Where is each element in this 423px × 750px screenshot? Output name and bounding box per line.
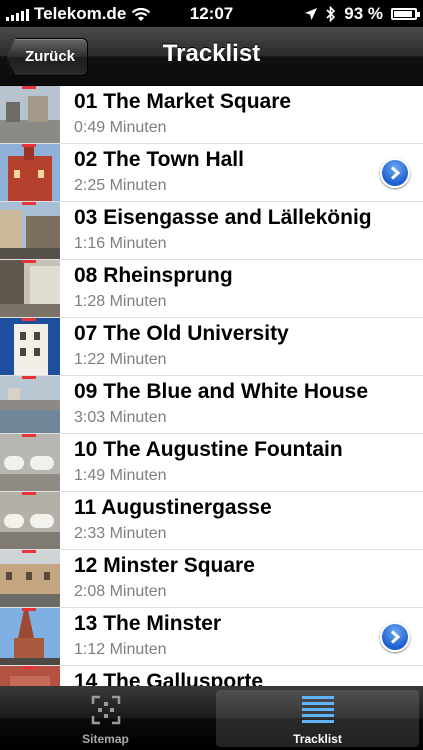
- tab-label: Tracklist: [293, 732, 342, 746]
- track-row[interactable]: 10 The Augustine Fountain 1:49 Minuten: [0, 434, 423, 492]
- track-row[interactable]: 09 The Blue and White House 3:03 Minuten: [0, 376, 423, 434]
- track-title: 08 Rheinsprung: [74, 264, 233, 287]
- bluetooth-icon: [326, 6, 336, 22]
- track-row[interactable]: 12 Minster Square 2:08 Minuten: [0, 550, 423, 608]
- track-title: 13 The Minster: [74, 612, 222, 635]
- track-title: 14 The Gallusporte: [74, 670, 264, 686]
- track-duration: 1:49 Minuten: [74, 467, 167, 484]
- chevron-right-icon: [390, 630, 401, 644]
- tab-tracklist[interactable]: Tracklist: [212, 686, 423, 750]
- track-title: 10 The Augustine Fountain: [74, 438, 343, 461]
- track-title: 01 The Market Square: [74, 90, 292, 113]
- track-row[interactable]: 03 Eisengasse and Lällekönig 1:16 Minute…: [0, 202, 423, 260]
- track-row[interactable]: 02 The Town Hall 2:25 Minuten: [0, 144, 423, 202]
- track-thumbnail: [0, 260, 60, 317]
- track-row[interactable]: 07 The Old University 1:22 Minuten: [0, 318, 423, 376]
- track-thumbnail: [0, 492, 60, 549]
- track-list[interactable]: 01 The Market Square 0:49 Minuten 02 The…: [0, 86, 423, 686]
- track-row[interactable]: 13 The Minster 1:12 Minuten: [0, 608, 423, 666]
- track-title: 09 The Blue and White House: [74, 380, 369, 403]
- battery-percent: 93 %: [344, 4, 383, 23]
- page-title: Tracklist: [162, 40, 261, 67]
- track-duration: 2:08 Minuten: [74, 583, 167, 600]
- tab-label: Sitemap: [82, 732, 129, 746]
- track-thumbnail: [0, 376, 60, 433]
- track-row[interactable]: 08 Rheinsprung 1:28 Minuten: [0, 260, 423, 318]
- detail-disclosure-button[interactable]: [380, 158, 410, 188]
- track-thumbnail: [0, 434, 60, 491]
- track-duration: 1:12 Minuten: [74, 641, 167, 658]
- track-duration: 1:16 Minuten: [74, 235, 167, 252]
- chevron-right-icon: [390, 166, 401, 180]
- tab-sitemap[interactable]: Sitemap: [0, 686, 211, 750]
- track-title: 11 Augustinergasse: [74, 496, 272, 519]
- location-arrow-icon: [305, 8, 318, 20]
- track-row[interactable]: 11 Augustinergasse 2:33 Minuten: [0, 492, 423, 550]
- track-duration: 0:49 Minuten: [74, 119, 167, 136]
- track-thumbnail: [0, 86, 60, 143]
- detail-disclosure-button[interactable]: [380, 622, 410, 652]
- track-thumbnail: [0, 608, 60, 665]
- track-thumbnail: [0, 202, 60, 259]
- track-thumbnail: [0, 550, 60, 607]
- sitemap-icon: [91, 695, 120, 725]
- track-duration: 1:22 Minuten: [74, 351, 167, 368]
- track-thumbnail: [0, 318, 60, 375]
- tab-bar: Sitemap Tracklist: [0, 686, 423, 750]
- battery-icon: [391, 8, 420, 20]
- track-thumbnail: [0, 666, 60, 686]
- track-title: 03 Eisengasse and Lällekönig: [74, 206, 372, 229]
- track-duration: 3:03 Minuten: [74, 409, 167, 426]
- status-bar: Telekom.de 12:07 93 %: [0, 0, 423, 27]
- track-duration: 1:28 Minuten: [74, 293, 167, 310]
- track-title: 02 The Town Hall: [74, 148, 244, 171]
- navigation-bar: Zurück Tracklist: [0, 27, 423, 86]
- track-row[interactable]: 01 The Market Square 0:49 Minuten: [0, 86, 423, 144]
- track-thumbnail: [0, 144, 60, 201]
- list-icon: [301, 696, 334, 723]
- track-title: 07 The Old University: [74, 322, 289, 345]
- track-row[interactable]: 14 The Gallusporte: [0, 666, 423, 686]
- track-duration: 2:33 Minuten: [74, 525, 167, 542]
- track-duration: 2:25 Minuten: [74, 177, 167, 194]
- track-title: 12 Minster Square: [74, 554, 255, 577]
